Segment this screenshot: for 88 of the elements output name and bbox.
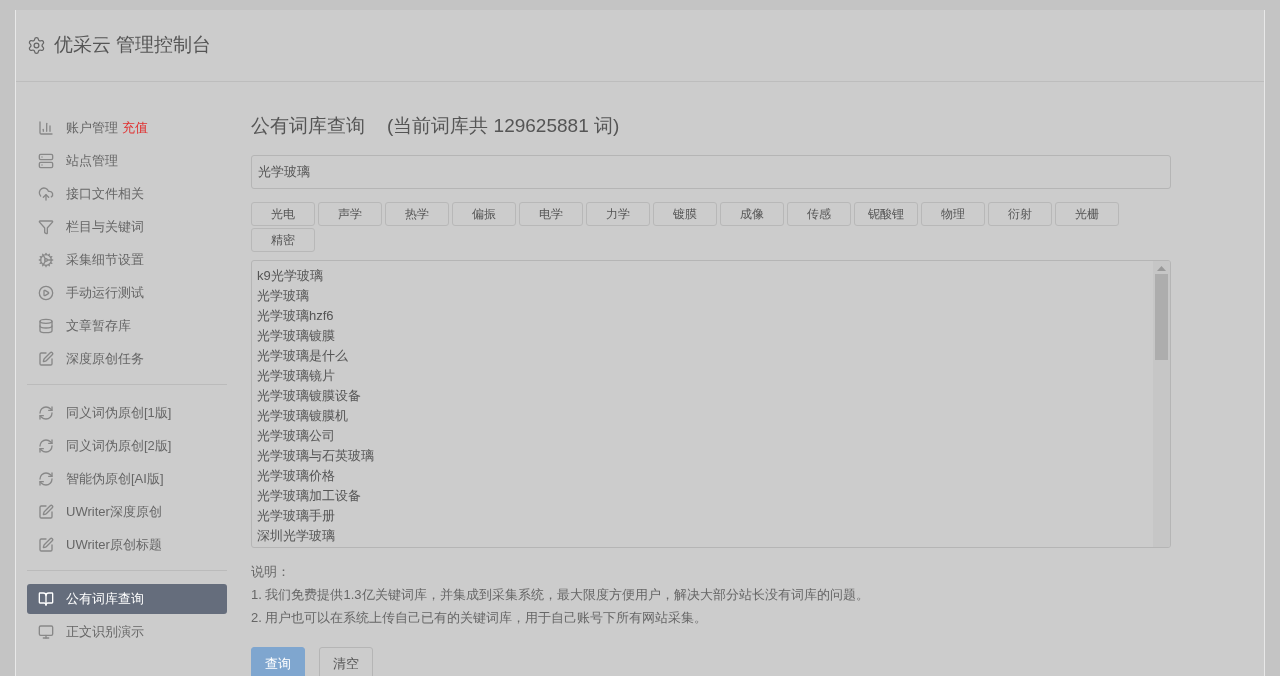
sidebar-item[interactable]: UWriter原创标题 <box>27 530 227 560</box>
result-line: 光学玻璃是什么 <box>257 346 349 365</box>
database-icon <box>38 318 54 334</box>
sidebar-item[interactable]: 正文识别演示 <box>27 617 227 647</box>
result-line: 光学玻璃手册 <box>257 506 336 525</box>
clear-button[interactable]: 清空 <box>319 646 373 676</box>
sidebar-label: 同义词伪原创[1版] <box>66 404 172 423</box>
refresh-icon <box>38 405 54 421</box>
note-text: 2. 用户也可以在系统上传自己已有的关键词库，用于自己账号下所有网站采集。 <box>251 608 709 627</box>
tag-button[interactable]: 精密 <box>251 227 315 252</box>
sidebar-label: UWriter深度原创 <box>66 503 162 522</box>
sidebar-item[interactable]: 深度原创任务 <box>27 344 227 374</box>
tag-button[interactable]: 声学 <box>318 201 382 226</box>
query-button[interactable]: 查询 <box>251 646 305 676</box>
result-line: 光学玻璃镀膜 <box>257 326 336 345</box>
sidebar-label: 采集细节设置 <box>66 251 144 270</box>
sidebar-item[interactable]: 公有词库查询 <box>27 584 227 614</box>
sidebar-label: 账户管理 <box>66 119 118 138</box>
refresh-icon <box>38 471 54 487</box>
sidebar-item[interactable]: 智能伪原创[AI版] <box>27 464 227 494</box>
edit-icon <box>38 351 54 367</box>
result-line: 光学玻璃价格 <box>257 466 336 485</box>
result-line: 光学玻璃hzf6 <box>257 306 335 325</box>
monitor-icon <box>38 624 54 640</box>
refresh-icon <box>38 438 54 454</box>
cloud-upload-icon <box>38 186 54 202</box>
scroll-up-icon[interactable] <box>1157 265 1166 271</box>
sidebar-label: 接口文件相关 <box>66 185 144 204</box>
sidebar-label: 手动运行测试 <box>66 284 144 303</box>
console-title: 优采云 管理控制台 <box>54 33 212 58</box>
sidebar-item[interactable]: 同义词伪原创[2版] <box>27 431 227 461</box>
sidebar-label: 站点管理 <box>66 152 118 171</box>
result-line: k9光学玻璃 <box>257 266 324 285</box>
sidebar-item[interactable]: UWriter深度原创 <box>27 497 227 527</box>
sidebar-item[interactable]: 采集细节设置 <box>27 245 227 275</box>
result-line: 光学玻璃 <box>257 286 310 305</box>
book-icon <box>38 591 54 607</box>
sidebar-label: 智能伪原创[AI版] <box>66 470 164 489</box>
edit-icon <box>38 504 54 520</box>
sidebar-item[interactable]: 账户管理 充值 <box>27 113 227 143</box>
play-icon <box>38 285 54 301</box>
tag-button[interactable]: 镀膜 <box>653 201 717 226</box>
sidebar-item[interactable]: 接口文件相关 <box>27 179 227 209</box>
result-line: 深圳光学玻璃 <box>257 526 336 545</box>
result-line: 光学玻璃镀膜设备 <box>257 386 362 405</box>
bar-chart-icon <box>38 120 54 136</box>
sidebar-label: 同义词伪原创[2版] <box>66 437 172 456</box>
result-line: 光学玻璃与石英玻璃 <box>257 446 375 465</box>
tag-button[interactable]: 铌酸锂 <box>854 201 918 226</box>
notes-heading: 说明： <box>251 562 291 581</box>
settings-icon <box>27 36 46 55</box>
sidebar-item[interactable]: 手动运行测试 <box>27 278 227 308</box>
sidebar-label: 文章暂存库 <box>66 317 131 336</box>
sidebar-label: 栏目与关键词 <box>66 218 144 237</box>
note-text: 1. 我们免费提供1.3亿关键词库，并集成到采集系统，最大限度方便用户，解决大部分站长没有词库的问题。 <box>251 585 870 604</box>
search-field[interactable]: 光学玻璃 <box>251 154 1171 189</box>
tag-button[interactable]: 光栅 <box>1055 201 1119 226</box>
sidebar-item[interactable]: 站点管理 <box>27 146 227 176</box>
result-line: 光学玻璃加工设备 <box>257 486 362 505</box>
sidebar-label: 公有词库查询 <box>66 590 144 609</box>
sidebar-label: 正文识别演示 <box>66 623 144 642</box>
sidebar-item[interactable]: 同义词伪原创[1版] <box>27 398 227 428</box>
scroll-thumb[interactable] <box>1155 273 1168 360</box>
sidebar-label: UWriter原创标题 <box>66 536 162 555</box>
tag-button[interactable]: 热学 <box>385 201 449 226</box>
sidebar-item[interactable]: 文章暂存库 <box>27 311 227 341</box>
edit-icon <box>38 537 54 553</box>
tag-button[interactable]: 成像 <box>720 201 784 226</box>
page-title: 公有词库查询 <box>251 114 365 138</box>
result-line: 光学玻璃镜片 <box>257 366 336 385</box>
tag-button[interactable]: 传感 <box>787 201 851 226</box>
tag-button[interactable]: 偏振 <box>452 201 516 226</box>
gears-icon <box>38 252 54 268</box>
word-count: (当前词库共 129625881 词) <box>387 114 620 138</box>
scrollbar[interactable] <box>1153 260 1170 547</box>
tag-button[interactable]: 电学 <box>519 201 583 226</box>
filter-icon <box>38 219 54 235</box>
results-box[interactable]: k9光学玻璃 光学玻璃 光学玻璃hzf6 光学玻璃镀膜 光学玻璃是什么 光学玻璃镜片 光学玻璃镀膜设备 光学玻璃镀膜机 光学玻璃公司 光学玻璃与石英玻璃 光学玻璃价格 光学玻璃加工设备 光学玻璃手册 深圳光学玻璃 <box>251 259 1171 548</box>
server-icon <box>38 153 54 169</box>
tag-button[interactable]: 衍射 <box>988 201 1052 226</box>
result-line: 光学玻璃公司 <box>257 426 336 445</box>
tag-button[interactable]: 物理 <box>921 201 985 226</box>
tag-button[interactable]: 力学 <box>586 201 650 226</box>
result-line: 光学玻璃镀膜机 <box>257 406 349 425</box>
sidebar-item[interactable]: 栏目与关键词 <box>27 212 227 242</box>
sidebar-label: 深度原创任务 <box>66 350 144 369</box>
recharge-link[interactable]: 充值 <box>122 118 148 138</box>
tag-button[interactable]: 光电 <box>251 201 315 226</box>
